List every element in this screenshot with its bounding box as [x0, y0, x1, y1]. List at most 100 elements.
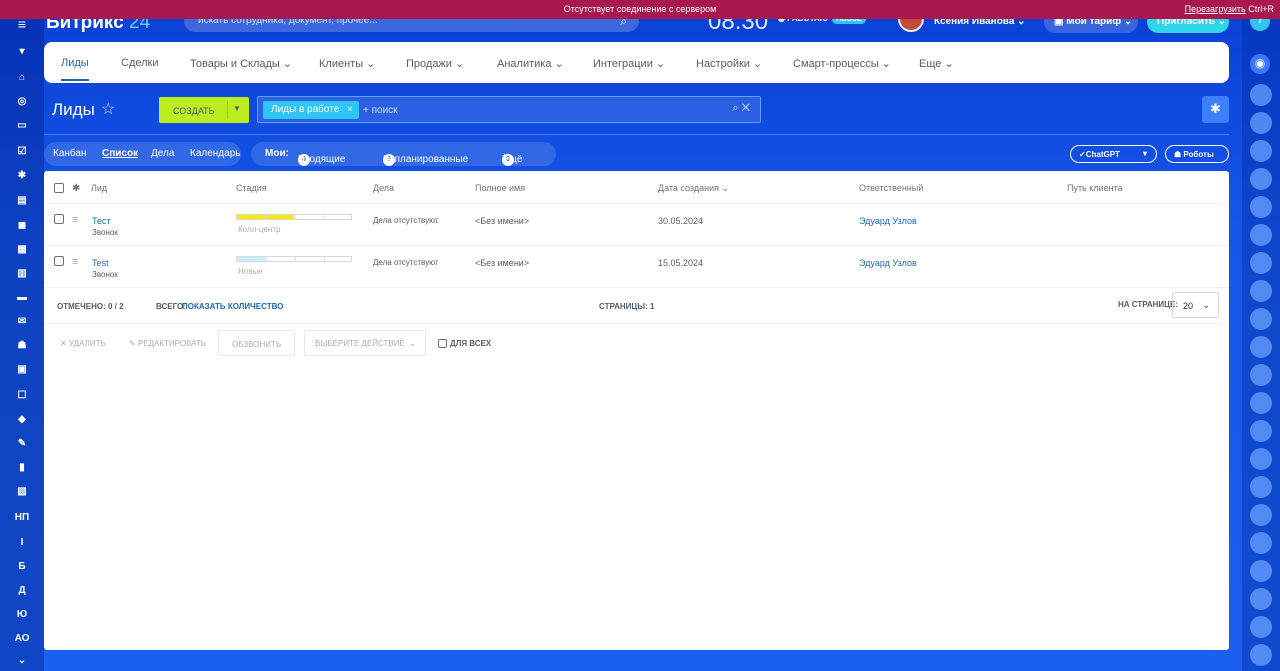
- contact-avatar[interactable]: [1250, 532, 1272, 554]
- contact-avatar[interactable]: [1250, 84, 1272, 106]
- star-icon[interactable]: ☆: [101, 99, 115, 119]
- col-lead[interactable]: Лид: [91, 183, 107, 193]
- tab-more[interactable]: Еще ⌄: [919, 57, 954, 70]
- checkbox-icon[interactable]: ☑: [0, 146, 44, 157]
- chatgpt-button[interactable]: ✓ChatGPT ▾: [1070, 145, 1157, 163]
- sidebar-item-i[interactable]: І: [0, 537, 44, 548]
- drive-icon[interactable]: ▬: [0, 292, 44, 303]
- view-list[interactable]: Список: [102, 148, 138, 159]
- sidebar-item-yu[interactable]: Ю: [0, 609, 44, 620]
- chevron-down-icon[interactable]: ▼: [233, 104, 241, 113]
- filter-chip[interactable]: Лиды в работе ×: [263, 101, 359, 119]
- chevron-down-icon[interactable]: ▾: [1143, 149, 1147, 158]
- view-kanban[interactable]: Канбан: [53, 148, 87, 159]
- file-icon[interactable]: ▥: [0, 268, 44, 279]
- activity-text[interactable]: Дела отсутствуют: [373, 258, 439, 267]
- select-all-checkbox[interactable]: [54, 183, 64, 193]
- col-date[interactable]: Дата создания ⌄: [658, 183, 729, 194]
- contact-avatar[interactable]: [1250, 504, 1272, 526]
- contact-avatar[interactable]: [1250, 476, 1272, 498]
- analytics-icon[interactable]: ▮: [0, 462, 44, 473]
- sidebar-item-np[interactable]: НП: [0, 512, 44, 523]
- row-menu-icon[interactable]: ≡: [72, 214, 78, 226]
- contact-avatar[interactable]: [1250, 140, 1272, 162]
- card-icon[interactable]: ▣: [0, 364, 44, 375]
- chevron-down-icon[interactable]: ⌄: [0, 655, 44, 666]
- box-icon[interactable]: ◆: [0, 414, 44, 425]
- grid-settings-icon[interactable]: ✱: [72, 183, 80, 194]
- action-select[interactable]: ВЫБЕРИТЕ ДЕЙСТВИЕ ⌄: [304, 330, 426, 356]
- row-checkbox[interactable]: [54, 214, 64, 224]
- search-clear-icons[interactable]: ⌕ ✕: [732, 102, 750, 115]
- owner-link[interactable]: Эдуард Узлов: [859, 216, 917, 226]
- mail-icon[interactable]: ✉: [0, 316, 44, 327]
- tab-clients[interactable]: Клиенты ⌄: [319, 57, 375, 70]
- contact-avatar[interactable]: [1250, 168, 1272, 190]
- tab-products[interactable]: Товары и Склады ⌄: [190, 57, 292, 70]
- gear-icon[interactable]: ✱: [0, 170, 44, 181]
- activity-text[interactable]: Дела отсутствуют: [373, 216, 439, 225]
- filter-icon[interactable]: ▾: [0, 46, 44, 57]
- report-icon[interactable]: ▧: [0, 486, 44, 497]
- tab-integrations[interactable]: Интеграции ⌄: [593, 57, 665, 70]
- call-button[interactable]: ОБЗВОНИТЬ: [218, 330, 295, 356]
- stage-bar[interactable]: [236, 214, 352, 220]
- reload-link[interactable]: Перезагрузить: [1185, 4, 1246, 14]
- per-page-select[interactable]: 20 ⌄: [1172, 292, 1219, 318]
- counter-more[interactable]: 0Ещё ⌄: [502, 148, 522, 166]
- doc-icon[interactable]: ▤: [0, 195, 44, 206]
- contact-avatar[interactable]: [1250, 560, 1272, 582]
- settings-gear-button[interactable]: ✱: [1202, 96, 1229, 123]
- contact-avatar[interactable]: [1250, 644, 1272, 666]
- search-input[interactable]: + поиск: [363, 105, 398, 116]
- contact-avatar[interactable]: [1250, 252, 1272, 274]
- for-all-checkbox[interactable]: [438, 339, 447, 348]
- view-calendar[interactable]: Календарь: [190, 148, 240, 159]
- col-fullname[interactable]: Полное имя: [475, 183, 525, 193]
- col-path[interactable]: Путь клиента: [1067, 183, 1123, 193]
- lead-name[interactable]: Тест: [92, 216, 111, 226]
- contact-avatar[interactable]: [1250, 420, 1272, 442]
- view-tasks[interactable]: Дела: [151, 148, 174, 159]
- delete-button[interactable]: ✕ УДАЛИТЬ: [60, 339, 106, 348]
- col-owner[interactable]: Ответственный: [859, 183, 923, 193]
- stage-bar[interactable]: [236, 256, 352, 262]
- row-checkbox[interactable]: [54, 256, 64, 266]
- calendar-icon[interactable]: ▦: [0, 244, 44, 255]
- close-icon[interactable]: ×: [347, 104, 353, 115]
- robot-icon[interactable]: ☐: [0, 390, 44, 401]
- notifications-icon[interactable]: ◉: [1250, 54, 1270, 74]
- edit-button[interactable]: ✎ РЕДАКТИРОВАТЬ: [129, 339, 206, 348]
- contact-avatar[interactable]: [1250, 364, 1272, 386]
- owner-link[interactable]: Эдуард Узлов: [859, 258, 917, 268]
- sidebar-item-ao[interactable]: АО: [0, 633, 44, 644]
- contact-avatar[interactable]: [1250, 392, 1272, 414]
- chat-icon[interactable]: ◼: [0, 220, 44, 231]
- sign-icon[interactable]: ✎: [0, 438, 44, 449]
- tab-sales[interactable]: Продажи ⌄: [406, 57, 464, 70]
- tab-analytics[interactable]: Аналитика ⌄: [497, 57, 564, 70]
- contact-avatar[interactable]: [1250, 588, 1272, 610]
- row-menu-icon[interactable]: ≡: [72, 256, 78, 268]
- users-icon[interactable]: ☗: [0, 340, 44, 351]
- contact-avatar[interactable]: [1250, 616, 1272, 638]
- cart-icon[interactable]: ▭: [0, 120, 44, 131]
- home-icon[interactable]: ⌂: [0, 72, 44, 83]
- tab-settings[interactable]: Настройки ⌄: [696, 57, 762, 70]
- tab-deals[interactable]: Сделки: [121, 57, 159, 69]
- contact-avatar[interactable]: [1250, 224, 1272, 246]
- contact-avatar[interactable]: [1250, 308, 1272, 330]
- contact-avatar[interactable]: [1250, 112, 1272, 134]
- lead-name[interactable]: Test: [92, 258, 109, 268]
- contact-avatar[interactable]: [1250, 336, 1272, 358]
- col-stage[interactable]: Стадия: [236, 183, 267, 193]
- show-count-link[interactable]: ПОКАЗАТЬ КОЛИЧЕСТВО: [182, 302, 283, 311]
- sidebar-item-d[interactable]: Д: [0, 585, 44, 596]
- target-icon[interactable]: ◎: [0, 96, 44, 107]
- contact-avatar[interactable]: [1250, 196, 1272, 218]
- sidebar-item-b[interactable]: Б: [0, 561, 44, 572]
- col-activity[interactable]: Дела: [373, 183, 394, 193]
- create-button[interactable]: СОЗДАТЬ ▼: [159, 97, 249, 123]
- robots-button[interactable]: ☗ Роботы: [1165, 145, 1229, 163]
- tab-smart-processes[interactable]: Смарт-процессы ⌄: [793, 57, 891, 70]
